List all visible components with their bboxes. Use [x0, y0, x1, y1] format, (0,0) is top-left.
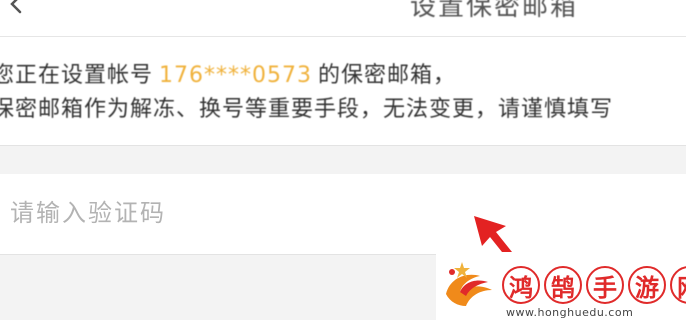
- page-title: 设置保密邮箱: [410, 0, 579, 22]
- info-suffix-text: 的保密邮箱，: [318, 63, 457, 88]
- account-info-panel: 您正在设置帐号 176****0573 的保密邮箱， 保密邮箱作为解冻、换号等重要手…: [0, 37, 686, 145]
- watermark: 鸿 鹄 手 游 网 www.honghuedu.com: [436, 252, 686, 320]
- section-divider: [0, 145, 686, 175]
- chevron-left-icon[interactable]: [6, 0, 26, 14]
- watermark-url: www.honghuedu.com: [506, 306, 634, 319]
- warning-text: 保密邮箱作为解冻、换号等重要手段，无法变更，请谨慎填写: [0, 97, 614, 122]
- verification-code-input[interactable]: [8, 192, 442, 234]
- verification-code-row: [0, 174, 686, 255]
- watermark-brand: 鸿 鹄 手 游 网: [502, 266, 686, 304]
- watermark-char: 网: [670, 266, 686, 304]
- phoenix-logo-icon: [446, 262, 492, 306]
- navigation-bar: 设置保密邮箱: [0, 0, 686, 37]
- watermark-char: 游: [628, 266, 666, 304]
- watermark-char: 鸿: [502, 266, 540, 304]
- account-number: 176****0573: [159, 63, 312, 88]
- info-prefix-text: 您正在设置帐号: [0, 63, 154, 88]
- watermark-char: 鹄: [544, 266, 582, 304]
- account-info-line: 您正在设置帐号 176****0573 的保密邮箱，: [0, 57, 456, 89]
- watermark-char: 手: [586, 266, 624, 304]
